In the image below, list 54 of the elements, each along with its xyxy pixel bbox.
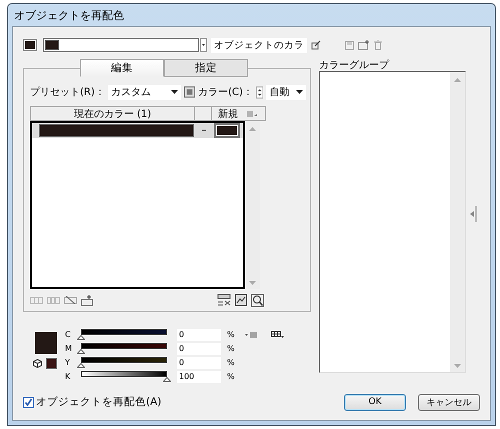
- value-field[interactable]: 0: [177, 356, 221, 368]
- color-swatch: [35, 332, 57, 354]
- new-folder-icon[interactable]: [358, 40, 370, 50]
- column-header: 新規: [217, 108, 239, 120]
- new-row-icon[interactable]: [81, 294, 93, 306]
- color-field[interactable]: [43, 38, 199, 52]
- dropdown-arrow-icon[interactable]: [296, 90, 304, 94]
- exclude-icon[interactable]: [64, 296, 77, 304]
- slider-thumb[interactable]: [77, 334, 85, 340]
- channel-label: M: [65, 344, 71, 353]
- randomize-icon[interactable]: [217, 294, 231, 306]
- percent-label: %: [227, 372, 236, 381]
- percent-label: %: [227, 330, 236, 339]
- collapse-handle-icon[interactable]: [470, 206, 476, 222]
- channel-label: K: [65, 372, 71, 381]
- percent-label: %: [227, 344, 236, 353]
- value-field[interactable]: 0: [177, 328, 221, 340]
- edit-icon[interactable]: [311, 40, 321, 50]
- cancel-button[interactable]: キャンセル: [418, 394, 480, 410]
- ok-button[interactable]: OK: [344, 394, 406, 410]
- tab[interactable]: 指定: [164, 59, 248, 77]
- color-group-label: カラーグループ: [319, 58, 390, 71]
- color-swatch[interactable]: [23, 39, 37, 51]
- slider-thumb[interactable]: [77, 348, 85, 354]
- color-harmony-icon[interactable]: [184, 86, 196, 98]
- preset-dropdown[interactable]: カスタム: [108, 84, 181, 100]
- search-icon[interactable]: [251, 294, 264, 306]
- color-row[interactable]: –: [32, 123, 243, 138]
- arrow-text: –: [200, 125, 208, 136]
- channel-label: Y: [65, 358, 71, 367]
- preset-label: プリセット(R)：: [30, 86, 105, 99]
- cube-icon[interactable]: [33, 359, 42, 368]
- new-color-swatch[interactable]: [214, 123, 240, 138]
- tab[interactable]: 編集: [80, 59, 164, 77]
- dropdown-arrow-icon[interactable]: [170, 90, 178, 94]
- grid-icon[interactable]: [271, 331, 284, 338]
- column-header: 現在のカラー (1): [31, 107, 195, 120]
- colors-label: カラー(C)：: [198, 86, 253, 99]
- menu-icon[interactable]: [247, 110, 257, 116]
- channel-label: C: [65, 330, 71, 339]
- spinner-icon[interactable]: [256, 86, 264, 98]
- value-field[interactable]: 100: [177, 370, 221, 382]
- percent-label: %: [227, 358, 236, 367]
- color-swatch[interactable]: [46, 358, 57, 369]
- slider-thumb[interactable]: [77, 362, 85, 368]
- check-icon: [24, 398, 33, 406]
- window-title: オブジェクトを再配色: [14, 8, 124, 22]
- object-color-field[interactable]: オブジェクトのカラ: [211, 38, 307, 52]
- colors-dropdown[interactable]: 自動: [266, 84, 306, 100]
- slider-thumb[interactable]: [163, 376, 171, 382]
- recolor-checkbox[interactable]: オブジェクトを再配色(A): [23, 395, 162, 409]
- value-field[interactable]: 0: [177, 342, 221, 354]
- list-menu-icon[interactable]: [245, 332, 257, 338]
- image-icon[interactable]: [235, 294, 247, 306]
